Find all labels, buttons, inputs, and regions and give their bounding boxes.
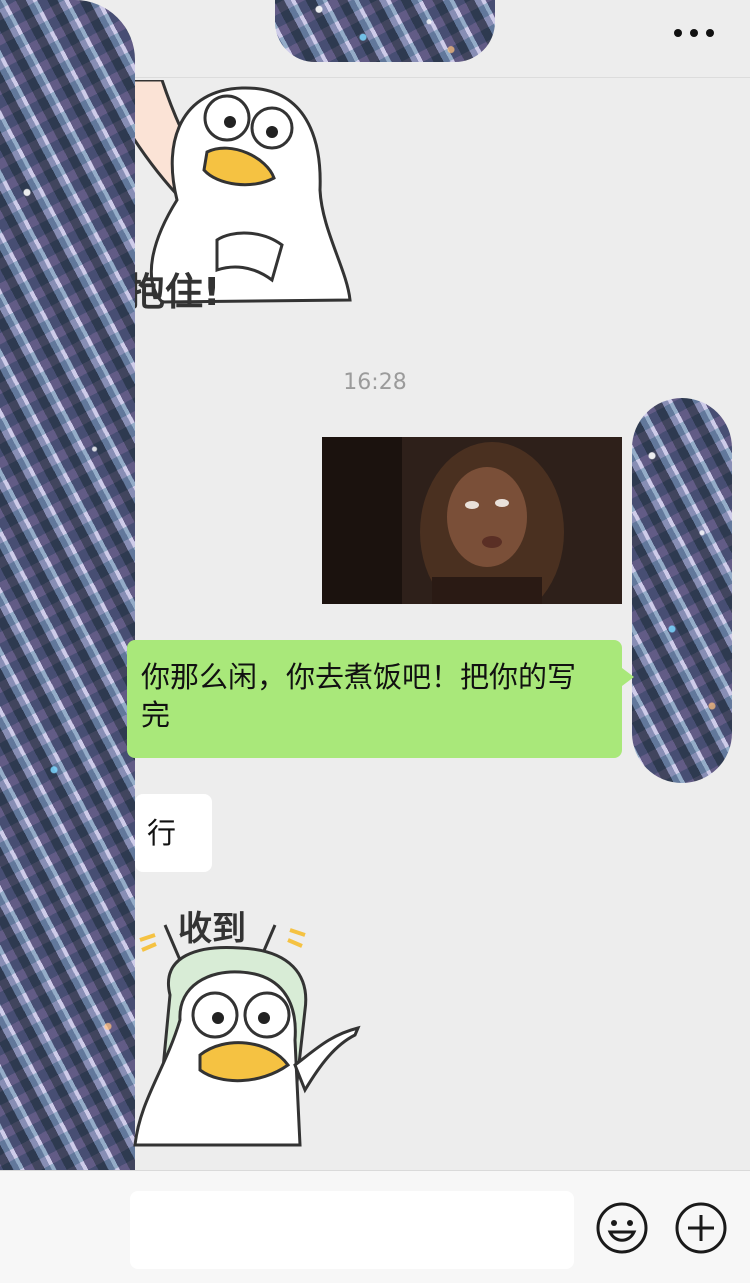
sticker-hug-label: 抱住!: [127, 270, 220, 314]
more-dots-icon[interactable]: [674, 26, 714, 40]
sticker-got-it[interactable]: 收到: [130, 900, 365, 1150]
smiley-face-icon[interactable]: [595, 1201, 649, 1255]
sticker-hug[interactable]: 抱住!: [120, 78, 362, 315]
received-text-bubble[interactable]: 行: [135, 794, 212, 872]
redaction-glitter-left: [0, 0, 135, 1283]
sent-image-message[interactable]: [322, 437, 622, 604]
message-input[interactable]: [130, 1191, 574, 1269]
input-bar: [0, 1170, 750, 1283]
plus-circle-icon[interactable]: [674, 1201, 728, 1255]
sent-text-bubble[interactable]: 你那么闲，你去煮饭吧！把你的写完: [127, 640, 634, 758]
redaction-glitter-right: [632, 398, 732, 783]
redaction-glitter-top: [275, 0, 495, 62]
sticker-got-label: 收到: [178, 909, 246, 949]
